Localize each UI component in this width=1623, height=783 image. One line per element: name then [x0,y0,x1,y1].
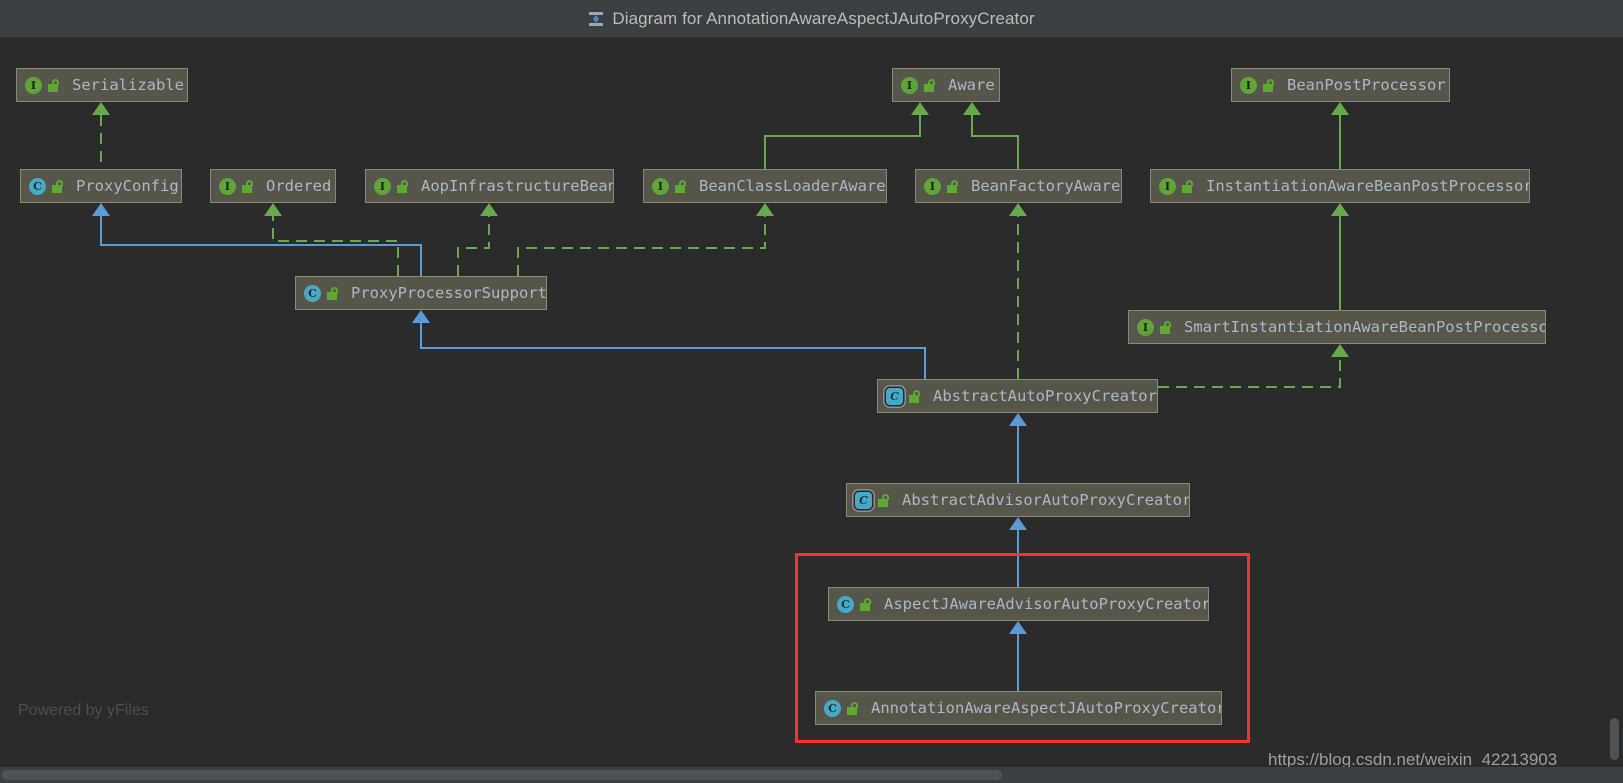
window-titlebar: Diagram for AnnotationAwareAspectJAutoPr… [0,0,1623,38]
class-node-abstractadvisor[interactable]: C AbstractAdvisorAutoProxyCreator [846,483,1190,517]
class-node-beanclassloader[interactable]: I BeanClassLoaderAware [643,169,887,203]
diagram-window: Diagram for AnnotationAwareAspectJAutoPr… [0,0,1623,783]
class-node-ordered[interactable]: I Ordered [210,169,336,203]
public-unlock-icon [1160,320,1172,334]
public-unlock-icon [48,78,60,92]
interface-icon: I [652,177,669,195]
class-node-abstractauto[interactable]: C AbstractAutoProxyCreator [877,379,1158,413]
edge-arrowhead [92,203,110,216]
interface-icon: I [1240,76,1257,94]
realization-edge [971,115,1019,169]
edge-arrowhead [1009,413,1027,426]
interface-icon: I [219,177,236,195]
edge-arrowhead [1009,203,1027,216]
realization-edge [517,216,766,276]
class-node-label: ProxyProcessorSupport [351,284,546,302]
public-unlock-icon [947,179,959,193]
edge-arrowhead [1331,102,1349,115]
realization-edge [457,216,490,276]
edge-arrowhead [480,203,498,216]
class-node-label: BeanPostProcessor [1287,76,1446,94]
window-title: Diagram for AnnotationAwareAspectJAutoPr… [612,8,1035,28]
public-unlock-icon [327,286,339,300]
blog-url-watermark: https://blog.csdn.net/weixin_42213903 [1268,750,1558,767]
interface-icon: I [374,177,391,195]
abstract-class-icon: C [886,387,903,405]
yfiles-watermark: Powered by yFiles [18,702,149,719]
class-node-label: BeanFactoryAware [971,177,1121,195]
selection-highlight [795,553,1250,743]
class-node-serializable[interactable]: I Serializable [16,68,188,102]
inheritance-edge [420,323,926,379]
realization-edge [764,115,921,169]
public-unlock-icon [1182,179,1194,193]
abstract-class-icon: C [855,491,872,509]
class-node-proxyprocsupp[interactable]: C ProxyProcessorSupport [295,276,547,310]
public-unlock-icon [909,389,921,403]
class-node-proxyconfig[interactable]: C ProxyConfig [20,169,182,203]
horizontal-scrollbar[interactable] [2,770,1002,780]
class-node-label: Ordered [266,177,332,195]
edge-arrowhead [1331,344,1349,357]
public-unlock-icon [878,493,890,507]
public-unlock-icon [242,179,254,193]
edge-arrowhead [412,310,430,323]
edge-arrowhead [1331,203,1349,216]
class-node-smartinst[interactable]: I SmartInstantiationAwareBeanPostProcesso… [1128,310,1546,344]
class-node-label: Serializable [72,76,184,94]
vertical-scrollbar[interactable] [1610,718,1619,760]
public-unlock-icon [52,179,64,193]
edge-arrowhead [1009,517,1027,530]
realization-edge [272,216,399,276]
class-node-label: AbstractAutoProxyCreator [933,387,1157,405]
diagram-canvas[interactable]: I Serializable I Aware I BeanPostProcessor C Pr… [0,38,1623,767]
diagram-icon [588,11,604,27]
edge-arrowhead [963,102,981,115]
class-node-aopinfra[interactable]: I AopInfrastructureBean [365,169,614,203]
edge-arrowhead [92,102,110,115]
inheritance-edge [100,216,422,276]
interface-icon: I [1159,177,1176,195]
edge-arrowhead [911,102,929,115]
class-node-label: InstantiationAwareBeanPostProcessor [1206,177,1529,195]
class-node-label: ProxyConfig [76,177,179,195]
interface-icon: I [901,76,918,94]
class-node-beanpostproc[interactable]: I BeanPostProcessor [1231,68,1450,102]
edge-arrowhead [756,203,774,216]
public-unlock-icon [924,78,936,92]
public-unlock-icon [675,179,687,193]
interface-icon: I [25,76,42,94]
class-node-beanfactory[interactable]: I BeanFactoryAware [915,169,1122,203]
class-node-instantiation[interactable]: I InstantiationAwareBeanPostProcessor [1150,169,1530,203]
public-unlock-icon [1263,78,1275,92]
edge-arrowhead [264,203,282,216]
class-node-label: Aware [948,76,995,94]
class-icon: C [304,284,321,302]
interface-icon: I [1137,318,1154,336]
public-unlock-icon [397,179,409,193]
class-node-label: AopInfrastructureBean [421,177,613,195]
class-node-aware[interactable]: I Aware [892,68,1000,102]
class-icon: C [29,177,46,195]
class-node-label: BeanClassLoaderAware [699,177,886,195]
class-node-label: SmartInstantiationAwareBeanPostProcessor [1184,318,1545,336]
class-node-label: AbstractAdvisorAutoProxyCreator [902,491,1189,509]
interface-icon: I [924,177,941,195]
